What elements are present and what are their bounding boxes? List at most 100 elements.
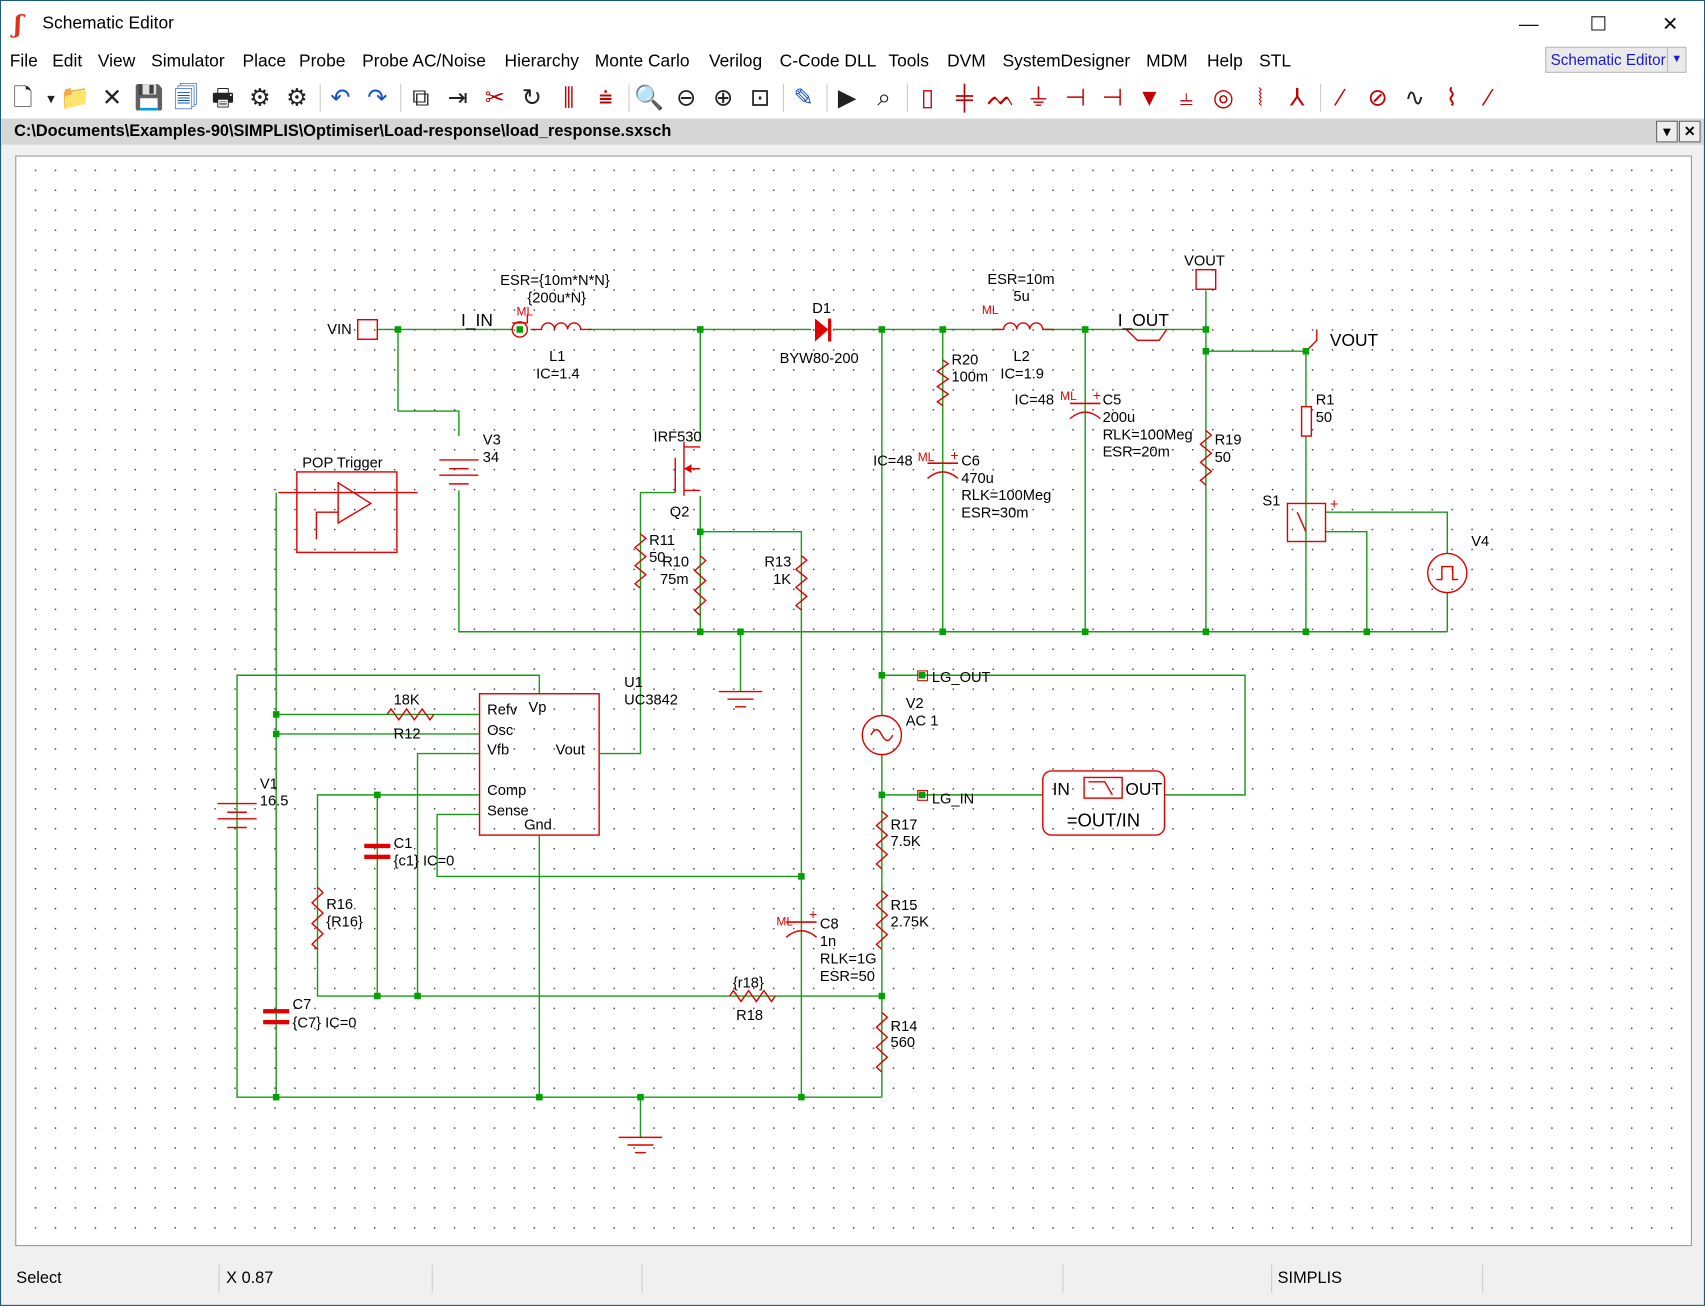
l2-ic: IC=1.9 xyxy=(1000,366,1044,382)
l2-esr: ESR=10m xyxy=(987,272,1054,288)
l1-ref: L1 xyxy=(549,349,565,365)
u1-ref: U1 xyxy=(624,675,643,691)
s1-ref: S1 xyxy=(1262,494,1280,510)
junction-dot xyxy=(272,730,280,738)
r12-value: 18K xyxy=(394,693,420,709)
r18-value: {r18} xyxy=(733,975,764,991)
junction-dot xyxy=(1302,628,1310,636)
c5-ic: IC=48 xyxy=(1015,393,1055,409)
status-divider xyxy=(218,1264,220,1293)
junction-dot xyxy=(697,528,704,535)
d1-ref: D1 xyxy=(812,301,831,317)
u1-pin-osc: Osc xyxy=(487,723,513,739)
junction-dot xyxy=(414,992,421,1000)
junction-dot xyxy=(272,711,280,718)
junction-dot xyxy=(918,671,926,679)
junction-dot xyxy=(637,1093,644,1101)
r12-ref: R12 xyxy=(394,726,421,742)
v3-ref: V3 xyxy=(483,433,501,449)
r18-ref: R18 xyxy=(736,1008,763,1024)
c5-rlk: RLK=100Meg xyxy=(1103,427,1193,443)
junction-dot xyxy=(1081,326,1089,333)
junction-dot xyxy=(1202,326,1210,333)
r1-value: 50 xyxy=(1316,410,1332,426)
c6-ic: IC=48 xyxy=(873,453,913,469)
junction-dot xyxy=(1081,628,1089,636)
r20-ref: R20 xyxy=(951,352,978,368)
junction-dot xyxy=(737,628,744,636)
c5-capacitor-plus: + xyxy=(1093,387,1101,403)
r20-value: 100m xyxy=(951,370,988,386)
status-divider xyxy=(641,1264,643,1293)
junction-dot xyxy=(1363,628,1371,636)
status-divider xyxy=(431,1264,433,1293)
lg-in-label: LG_IN xyxy=(932,792,974,808)
q2-ref: Q2 xyxy=(670,505,690,521)
c7-value: {C7} IC=0 xyxy=(293,1016,357,1032)
u1-pin-vp: Vp xyxy=(528,700,546,716)
l1-ic: IC=1.4 xyxy=(536,366,580,382)
u1-pin-sense: Sense xyxy=(487,804,529,820)
r17-value: 7.5K xyxy=(891,834,921,850)
l2-ml-label: ML xyxy=(982,303,999,317)
r1-ref: R1 xyxy=(1316,393,1335,409)
schematic-editor-window: ʃ Schematic Editor — ☐ ✕ File Edit View Sim… xyxy=(0,0,1705,1306)
vin-label: VIN xyxy=(327,322,351,338)
r16-value: {R16} xyxy=(326,914,363,930)
r19-ref: R19 xyxy=(1215,433,1242,449)
u1-pin-comp: Comp xyxy=(487,783,526,799)
c5-ml-label: ML xyxy=(1060,389,1077,403)
v4-ref: V4 xyxy=(1471,534,1489,550)
status-bar: Select X 0.87 SIMPLIS xyxy=(1,1262,1704,1295)
c1-ref: C1 xyxy=(394,836,413,852)
v3-value: 34 xyxy=(483,450,499,466)
l1-value: {200u*N} xyxy=(527,290,586,306)
s1-plus: + xyxy=(1330,497,1339,513)
status-mode: Select xyxy=(16,1268,62,1288)
c8-capacitor-plus: + xyxy=(809,906,817,922)
v2-ref: V2 xyxy=(906,696,924,712)
c1-capacitor-plate xyxy=(364,854,391,860)
r10-ref: R10 xyxy=(662,555,689,571)
c6-rlk: RLK=100Meg xyxy=(961,488,1051,504)
junction-dot xyxy=(878,791,886,799)
junction-dot xyxy=(697,628,704,636)
u1-pin-gnd: Gnd xyxy=(524,818,552,834)
c6-esr: ESR=30m xyxy=(961,506,1028,522)
c1-value: {c1} IC=0 xyxy=(394,854,455,870)
c8-rlk: RLK=1G xyxy=(820,951,877,967)
junction-dot xyxy=(878,326,886,333)
r19-value: 50 xyxy=(1215,450,1231,466)
junction-dot xyxy=(1202,347,1210,355)
junction-dot xyxy=(918,791,926,799)
c6-ml-label: ML xyxy=(918,450,935,464)
r14-value: 560 xyxy=(891,1035,915,1051)
c6-value: 470u xyxy=(961,471,994,487)
c5-ref: C5 xyxy=(1103,393,1122,409)
junction-dot xyxy=(272,1093,280,1101)
schematic-drawing[interactable]: + + + VIN I_IN ML ESR={10m*N*N} {200u*N} L… xyxy=(1,1,1705,1307)
u1-pin-vout: Vout xyxy=(556,743,585,759)
ml-label: ML xyxy=(517,304,534,318)
l1-esr: ESR={10m*N*N} xyxy=(500,273,610,289)
vout-port-label: VOUT xyxy=(1184,253,1225,269)
l2-value: 5u xyxy=(1013,289,1029,305)
pop-trigger-label: POP Trigger xyxy=(302,456,382,472)
c8-esr: ESR=50 xyxy=(820,969,875,985)
r13-ref: R13 xyxy=(764,555,791,571)
c7-ref: C7 xyxy=(293,997,312,1013)
c5-value: 200u xyxy=(1103,410,1136,426)
c5-esr: ESR=20m xyxy=(1103,445,1170,461)
junction-dot xyxy=(374,992,381,1000)
u1-pin-refv: Refv xyxy=(487,702,518,718)
status-divider xyxy=(1271,1264,1273,1293)
junction-dot xyxy=(536,1093,543,1101)
c7-capacitor-plate xyxy=(263,1019,290,1025)
junction-dot xyxy=(374,791,381,799)
status-simulator: SIMPLIS xyxy=(1277,1268,1343,1288)
c6-capacitor-plus: + xyxy=(950,447,958,463)
r15-ref: R15 xyxy=(891,898,918,914)
c6-ref: C6 xyxy=(961,453,980,469)
q2-value: IRF530 xyxy=(654,429,702,445)
i-out-probe-label: I_OUT xyxy=(1118,310,1170,330)
